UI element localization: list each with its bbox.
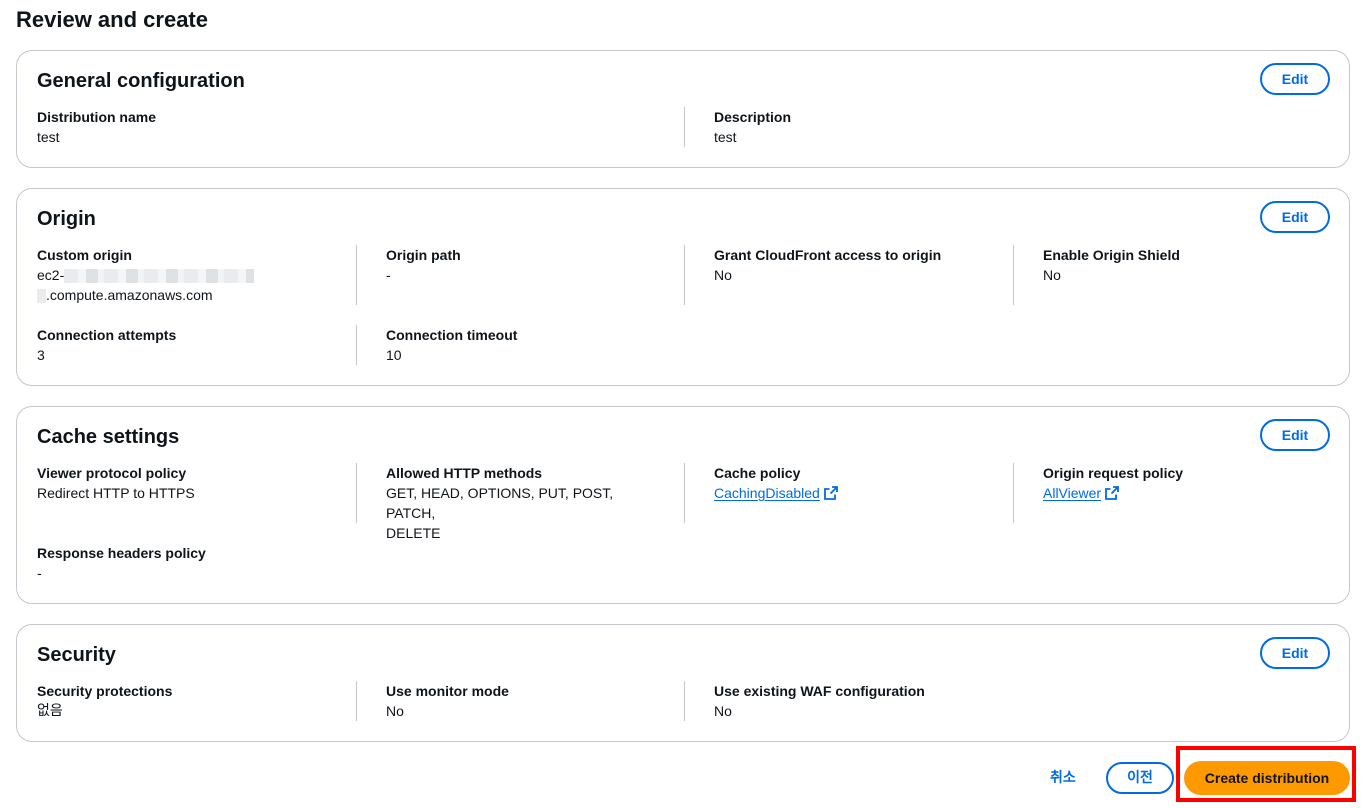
- field-value: No: [386, 703, 404, 719]
- field-value: -: [37, 565, 42, 581]
- field-value: No: [1043, 267, 1061, 283]
- field-value: Redirect HTTP to HTTPS: [37, 485, 195, 501]
- origin-path-field: Origin path -: [356, 245, 666, 305]
- field-label: Use monitor mode: [386, 683, 509, 699]
- all-viewer-link[interactable]: AllViewer: [1043, 485, 1101, 501]
- field-label: Response headers policy: [37, 545, 206, 561]
- field-label: Origin path: [386, 247, 461, 263]
- general-configuration-panel: General configuration Edit Distribution …: [16, 50, 1350, 168]
- edit-general-button[interactable]: Edit: [1260, 63, 1330, 95]
- field-value: No: [714, 703, 732, 719]
- redacted-text: [37, 289, 46, 304]
- field-value: DELETE: [386, 525, 441, 541]
- field-value: 10: [386, 347, 402, 363]
- field-value: 3: [37, 347, 45, 363]
- page-title: Review and create: [16, 7, 208, 32]
- field-label: Custom origin: [37, 247, 132, 263]
- origin-panel: Origin Edit Custom origin ec2- .compute.…: [16, 188, 1350, 386]
- response-headers-field: Response headers policy -: [37, 543, 355, 583]
- field-label: Origin request policy: [1043, 465, 1184, 481]
- field-value: AllViewer: [1043, 483, 1323, 505]
- panel-title: General configuration: [37, 70, 245, 92]
- field-label: Connection timeout: [386, 327, 518, 343]
- connection-attempts-field: Connection attempts 3: [37, 325, 355, 365]
- security-panel: Security Edit Security protections 없음 Us…: [16, 624, 1350, 742]
- distribution-name-field: Distribution name test: [37, 107, 677, 147]
- edit-security-button[interactable]: Edit: [1260, 637, 1330, 669]
- existing-waf-field: Use existing WAF configuration No: [684, 681, 994, 721]
- edit-cache-button[interactable]: Edit: [1260, 419, 1330, 451]
- redacted-text: [64, 269, 255, 284]
- previous-button[interactable]: 이전: [1106, 762, 1174, 794]
- origin-domain-prefix: ec2-: [37, 267, 65, 283]
- field-label: Cache policy: [714, 465, 801, 481]
- description-field: Description test: [684, 107, 1324, 147]
- field-label: Distribution name: [37, 109, 157, 125]
- field-value: .compute.amazonaws.com: [37, 285, 355, 305]
- field-value: test: [714, 129, 737, 145]
- origin-domain-suffix: .compute.amazonaws.com: [46, 287, 213, 303]
- field-label: Use existing WAF configuration: [714, 683, 925, 699]
- viewer-protocol-field: Viewer protocol policy Redirect HTTP to …: [37, 463, 355, 503]
- field-value: CachingDisabled: [714, 483, 994, 505]
- monitor-mode-field: Use monitor mode No: [356, 681, 666, 721]
- field-label: Enable Origin Shield: [1043, 247, 1180, 263]
- field-label: Security protections: [37, 683, 173, 699]
- field-label: Grant CloudFront access to origin: [714, 247, 942, 263]
- field-label: Description: [714, 109, 792, 125]
- field-value: -: [386, 267, 391, 283]
- caching-disabled-link[interactable]: CachingDisabled: [714, 485, 820, 501]
- origin-shield-field: Enable Origin Shield No: [1013, 245, 1323, 305]
- origin-request-policy-field: Origin request policy AllViewer: [1013, 463, 1323, 523]
- panel-title: Cache settings: [37, 426, 180, 448]
- cache-settings-panel: Cache settings Edit Viewer protocol poli…: [16, 406, 1350, 604]
- cache-policy-field: Cache policy CachingDisabled: [684, 463, 994, 523]
- field-value: 없음: [37, 703, 63, 719]
- create-distribution-button[interactable]: Create distribution: [1184, 761, 1350, 795]
- connection-timeout-field: Connection timeout 10: [356, 325, 666, 365]
- panel-title: Origin: [37, 208, 96, 230]
- external-link-icon[interactable]: [823, 485, 838, 505]
- field-value: test: [37, 129, 60, 145]
- panel-title: Security: [37, 644, 116, 666]
- edit-origin-button[interactable]: Edit: [1260, 201, 1330, 233]
- field-label: Allowed HTTP methods: [386, 465, 543, 481]
- field-value: ec2-: [37, 265, 355, 285]
- field-label: Connection attempts: [37, 327, 177, 343]
- custom-origin-field: Custom origin ec2- .compute.amazonaws.co…: [37, 245, 355, 305]
- field-value: GET, HEAD, OPTIONS, PUT, POST, PATCH,: [386, 485, 614, 521]
- allowed-methods-field: Allowed HTTP methods GET, HEAD, OPTIONS,…: [356, 463, 666, 541]
- field-label: Viewer protocol policy: [37, 465, 187, 481]
- external-link-icon[interactable]: [1105, 485, 1120, 505]
- cancel-button[interactable]: 취소: [1050, 768, 1076, 788]
- security-protections-field: Security protections 없음: [37, 681, 355, 721]
- grant-access-field: Grant CloudFront access to origin No: [684, 245, 994, 305]
- field-value: No: [714, 267, 732, 283]
